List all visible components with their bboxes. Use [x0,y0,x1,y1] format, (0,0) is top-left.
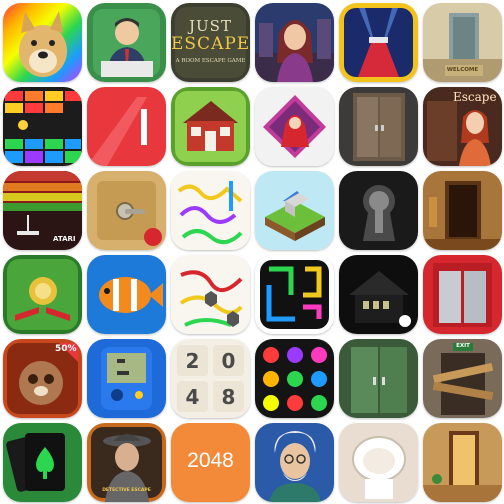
girl-adventure-app-icon[interactable] [255,3,334,82]
just-escape-app-icon[interactable]: JUST ESCAPE A ROOM ESCAPE GAME [171,3,250,82]
red-house-app-icon[interactable] [171,87,250,166]
doge-app-icon[interactable] [3,3,82,82]
app-icon-grid: JUST ESCAPE A ROOM ESCAPE GAME WELCOME E… [0,0,504,504]
brick-breaker-app-icon[interactable] [3,87,82,166]
colored-dots-app-icon[interactable] [255,339,334,418]
detective-app-icon[interactable]: DETECTIVE ESCAPE [87,423,166,502]
red-riding-hood-app-icon[interactable] [255,87,334,166]
flow-lines-app-icon[interactable] [171,171,250,250]
toilet-app-icon[interactable] [339,423,418,502]
wooden-safe-app-icon[interactable] [87,171,166,250]
pinball-app-icon[interactable] [3,255,82,334]
boarded-door-app-icon[interactable]: EXIT [423,339,502,418]
hexagon-pipes-app-icon[interactable] [171,255,250,334]
office-man-app-icon[interactable] [87,3,166,82]
old-professor-app-icon[interactable] [255,423,334,502]
brick-game-app-icon[interactable] [87,339,166,418]
wooden-door-room-app-icon[interactable] [339,87,418,166]
orange-2048-app-icon[interactable]: 2048 [171,423,250,502]
red-carpet-stage-app-icon[interactable] [339,3,418,82]
clownfish-app-icon[interactable] [87,255,166,334]
neon-flow-app-icon[interactable] [255,255,334,334]
dark-house-app-icon[interactable] [339,255,418,334]
isometric-island-app-icon[interactable] [255,171,334,250]
welcome-room-app-icon[interactable]: WELCOME [423,3,502,82]
escape-girl-app-icon[interactable]: Escape [423,87,502,166]
red-abstract-app-icon[interactable] [87,87,166,166]
elevator-app-icon[interactable] [423,255,502,334]
keyhole-app-icon[interactable] [339,171,418,250]
green-door-app-icon[interactable] [339,339,418,418]
panda-warrior-app-icon[interactable]: 50% [3,339,82,418]
spade-cards-app-icon[interactable] [3,423,82,502]
atari-breakout-app-icon[interactable]: ATARI [3,171,82,250]
open-door-room-app-icon[interactable] [423,423,502,502]
doorway-room-app-icon[interactable] [423,171,502,250]
number-2048-tiles-app-icon[interactable]: 2 0 4 8 [171,339,250,418]
